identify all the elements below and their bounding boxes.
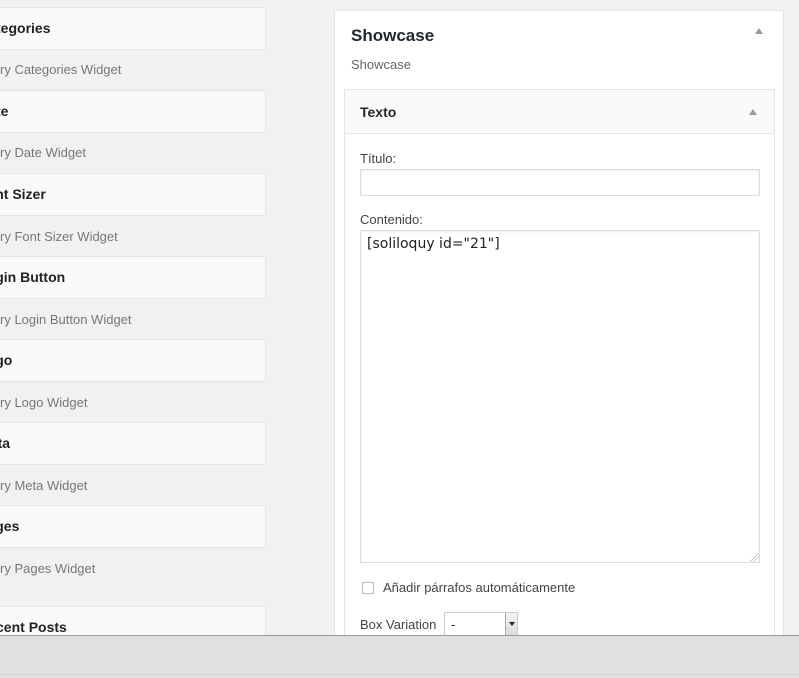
auto-paragraph-checkbox[interactable] (362, 582, 374, 594)
widget-item-description: ry Font Sizer Widget (0, 229, 118, 244)
title-field-label: Título: (360, 151, 397, 166)
arrow-up-icon[interactable] (755, 28, 763, 34)
widget-item-meta[interactable]: ry Meta (0, 422, 266, 465)
resize-handle-icon[interactable] (750, 553, 759, 562)
box-variation-value: - (451, 617, 456, 632)
widget-item-pages[interactable]: ry Pages (0, 505, 266, 548)
arrow-up-icon[interactable] (749, 109, 757, 115)
widgets-screen: ry Categories ry Categories Widget ry Da… (0, 0, 799, 678)
widget-item-description: ry Logo Widget (0, 395, 88, 410)
widget-item-date[interactable]: ry Date (0, 90, 266, 133)
text-widget: Texto Título: Contenido: [soliloquy id="… (344, 89, 775, 659)
box-variation-select[interactable]: - (444, 612, 518, 636)
widget-item-title: ry Pages (0, 518, 20, 534)
widget-item-description: ry Meta Widget (0, 478, 88, 493)
widget-item-description: ry Login Button Widget (0, 312, 132, 327)
sidebar-title[interactable]: Showcase (351, 26, 434, 46)
sidebar-showcase: Showcase Showcase Texto Título: Contenid… (334, 10, 784, 659)
widget-item-description: ry Pages Widget (0, 561, 96, 576)
content-textarea[interactable]: [soliloquy id="21"] (360, 230, 760, 563)
bottom-bar (0, 635, 799, 678)
widget-item-font-sizer[interactable]: ry Font Sizer (0, 173, 266, 216)
widget-item-title: ry Categories (0, 20, 51, 36)
auto-paragraph-label[interactable]: Añadir párrafos automáticamente (383, 580, 575, 595)
widget-item-title: ry Font Sizer (0, 186, 46, 202)
content-field-label: Contenido: (360, 212, 423, 227)
widget-item-description: ry Categories Widget (0, 62, 122, 77)
widget-item-login-button[interactable]: ry Login Button (0, 256, 266, 299)
widget-item-title: ry Login Button (0, 269, 66, 285)
sidebar-description: Showcase (351, 57, 411, 72)
text-widget-header[interactable]: Texto (345, 90, 774, 134)
widget-item-title: ry Meta (0, 435, 11, 451)
text-widget-title: Texto (360, 104, 397, 120)
box-variation-label: Box Variation (360, 617, 437, 632)
widget-item-logo[interactable]: ry Logo (0, 339, 266, 382)
widget-item-categories[interactable]: ry Categories (0, 7, 266, 50)
widget-item-description: ry Date Widget (0, 145, 86, 160)
widget-item-title: ry Date (0, 103, 9, 119)
widget-item-title: ry Recent Posts (0, 619, 67, 635)
chevron-down-icon (505, 613, 517, 635)
title-field[interactable] (360, 169, 760, 196)
widget-item-title: ry Logo (0, 352, 13, 368)
